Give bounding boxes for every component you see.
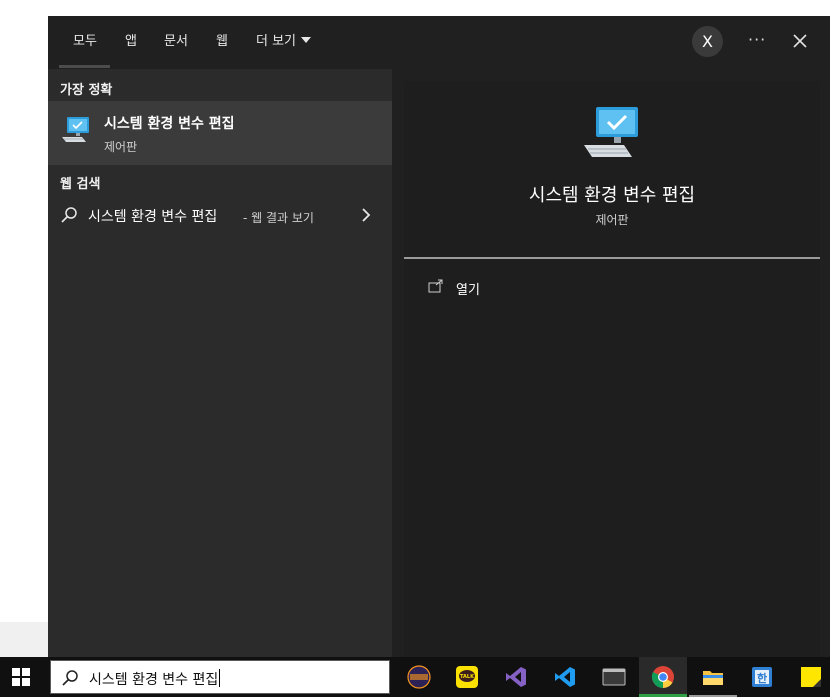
chevron-down-icon [301,37,312,43]
results-pane: 가장 정확 시스템 환경 변수 편집 제어판 웹 검색 시스템 환경 변수 편집… [48,69,392,657]
close-icon[interactable] [792,33,808,49]
preview-pane: 시스템 환경 변수 편집 제어판 열기 [404,81,820,657]
hangul-label: 한 [757,671,767,685]
sticky-notes-icon[interactable] [787,657,830,697]
preview-subtitle: 제어판 [595,213,629,227]
terminal-icon[interactable] [590,657,638,697]
open-action[interactable]: 열기 [456,279,480,298]
search-input-value: 시스템 환경 변수 편집 [89,672,219,688]
vscode-icon[interactable] [541,657,589,697]
computer-monitor-icon [584,107,638,157]
web-search-header: 웹 검색 [60,177,101,192]
web-search-suffix: - 웹 결과 보기 [243,211,314,225]
eclipse-icon[interactable] [395,657,443,697]
kakaotalk-label: TALK [460,674,475,680]
tab-all[interactable]: 모두 [73,32,97,52]
computer-monitor-icon [62,117,89,142]
tab-more[interactable]: 더 보기 [256,32,312,52]
preview-title: 시스템 환경 변수 편집 [528,185,696,206]
more-options-icon[interactable]: ··· [748,30,766,49]
kakaotalk-icon[interactable]: TALK [443,657,491,697]
best-match-title: 시스템 환경 변수 편집 [104,116,235,132]
chevron-right-icon[interactable] [360,208,372,222]
search-tabs-bar: 모두 앱 문서 웹 더 보기 X ··· [48,16,830,69]
search-icon [62,670,78,686]
preview-panel: 시스템 환경 변수 편집 제어판 열기 [404,81,820,657]
search-icon [61,207,77,223]
web-search-query: 시스템 환경 변수 편집 [88,209,218,225]
file-explorer-icon[interactable] [689,657,737,697]
text-cursor [219,669,221,687]
chrome-icon[interactable] [639,657,687,697]
windows-start-icon[interactable] [12,668,30,686]
visual-studio-icon[interactable] [492,657,540,697]
active-tab-indicator [59,65,110,68]
best-match-subtitle: 제어판 [104,140,138,154]
web-search-item[interactable]: 시스템 환경 변수 편집 - 웹 결과 보기 [48,203,392,229]
taskbar-search-box[interactable]: 시스템 환경 변수 편집 [50,660,390,694]
tab-documents[interactable]: 문서 [164,32,188,52]
search-window: 모두 앱 문서 웹 더 보기 X ··· 가장 정확 시스템 환경 변수 편집 … [48,16,830,657]
preview-divider [404,257,820,259]
taskbar-search-input[interactable]: 시스템 환경 변수 편집 [89,669,221,689]
desktop-background [0,622,48,657]
tab-web[interactable]: 웹 [216,32,228,52]
best-match-header: 가장 정확 [60,83,113,98]
account-avatar[interactable]: X [692,26,723,57]
taskbar: 시스템 환경 변수 편집 TALK 한 [0,657,830,697]
tab-more-label: 더 보기 [256,34,297,49]
open-icon [428,279,443,293]
hangul-icon[interactable]: 한 [738,657,786,697]
tab-apps[interactable]: 앱 [125,32,137,52]
best-match-item[interactable]: 시스템 환경 변수 편집 제어판 [48,101,392,165]
